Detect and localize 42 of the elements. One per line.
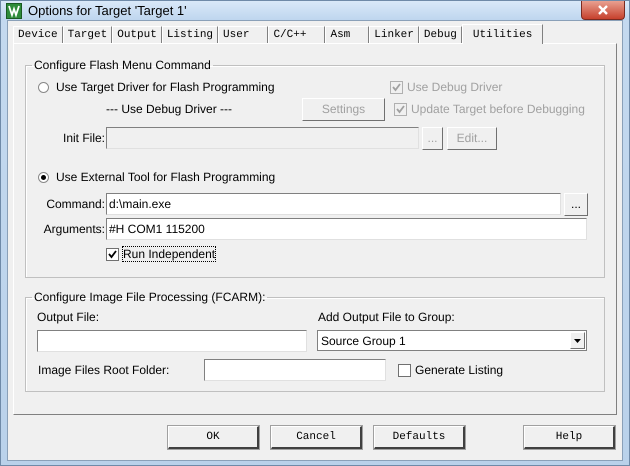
command-field[interactable]: d:\main.exe [106, 193, 561, 215]
checkbox-option[interactable]: Run Independent [106, 247, 216, 261]
checkbox[interactable] [398, 364, 411, 376]
close-icon [597, 5, 609, 15]
field-label: Init File: [62, 131, 105, 145]
close-button[interactable] [581, 1, 625, 20]
note-text: --- Use Debug Driver --- [106, 102, 234, 116]
app-icon [6, 2, 22, 18]
checkbox[interactable] [106, 248, 119, 260]
dialog-button[interactable]: Help [524, 426, 615, 449]
tab[interactable]: Output [112, 26, 162, 43]
field-label: Output File: [37, 310, 100, 324]
dialog-button[interactable]: Defaults [374, 426, 465, 449]
field-label: Image Files Root Folder: [38, 363, 170, 377]
tab[interactable]: Utilities [462, 24, 544, 44]
field-label: Command: [45, 197, 105, 211]
browse-button[interactable]: ... [564, 192, 588, 216]
tab[interactable]: Debug [418, 26, 462, 43]
tab[interactable]: Device [13, 26, 63, 43]
dropdown-arrow-icon [574, 338, 581, 342]
root-folder-field[interactable] [204, 359, 386, 381]
radio-option[interactable]: Use External Tool for Flash Programming [38, 170, 276, 184]
field-label: Arguments: [42, 222, 105, 236]
radio-option[interactable]: Use Target Driver for Flash Programming [38, 80, 390, 94]
tab[interactable]: Listing [162, 26, 218, 43]
field-label: Add Output File to Group: [317, 310, 456, 324]
tab[interactable]: Linker [369, 26, 419, 43]
arguments-field[interactable]: #H COM1 115200 [106, 218, 587, 240]
window-title: Options for Target 'Target 1' [28, 3, 187, 18]
radio-button[interactable] [38, 172, 49, 182]
group-title: Configure Flash Menu Command [33, 58, 212, 72]
radio-button[interactable] [38, 82, 49, 92]
tab[interactable]: Target [62, 26, 112, 43]
tab[interactable]: C/C++ [268, 26, 326, 43]
group-dropdown[interactable]: Source Group 1 [317, 330, 587, 351]
dialog-button[interactable]: Cancel [271, 426, 362, 449]
group-title: Configure Image File Processing (FCARM): [33, 290, 266, 304]
output-file-field[interactable] [37, 330, 307, 352]
checkbox-option[interactable]: Generate Listing [398, 363, 504, 377]
tab[interactable]: User [218, 26, 268, 43]
tab[interactable]: Asm [325, 26, 370, 43]
dialog-button[interactable]: OK [168, 426, 259, 449]
